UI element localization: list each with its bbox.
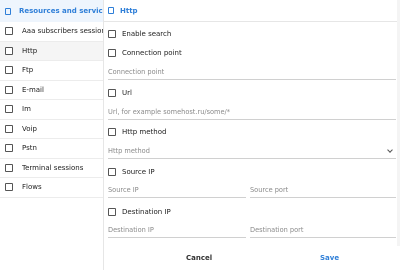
http-method-select-value: Http method [108,146,150,155]
source-ip-input[interactable]: Source IP [108,182,246,198]
connection-point-option[interactable]: Connection point [108,49,182,57]
list-item-label: Http [22,46,38,55]
destination-ip-label: Destination IP [122,208,171,216]
list-item-pstn[interactable]: Pstn [0,139,103,159]
enable-search-label: Enable search [122,30,172,38]
url-input[interactable]: Url, for example somehost.ru/some/* [108,104,396,120]
destination-ip-checkbox[interactable] [108,208,116,216]
source-ip-label: Source IP [122,168,155,176]
connection-point-input[interactable]: Connection point [108,64,396,80]
checkbox[interactable] [5,85,13,94]
url-placeholder: Url, for example somehost.ru/some/* [108,107,231,116]
http-method-option[interactable]: Http method [108,128,166,136]
resources-header: Resources and services [0,0,103,22]
source-ip-checkbox[interactable] [108,168,116,176]
destination-port-input[interactable]: Destination port [250,222,396,238]
http-title: Http [120,6,138,15]
list-item-label: Pstn [22,144,37,153]
destination-ip-input[interactable]: Destination IP [108,222,246,238]
source-ip-placeholder: Source IP [108,185,139,194]
list-item-aaa[interactable]: Aaa subscribers sessions [0,22,103,42]
destination-port-placeholder: Destination port [250,225,304,234]
list-item-voip[interactable]: Voip [0,120,103,139]
document-icon [108,7,114,14]
list-item-label: Voip [22,124,37,133]
list-item-label: Ftp [22,66,34,75]
save-button[interactable]: Save [320,254,339,262]
list-item-ftp[interactable]: Ftp [0,61,103,81]
destination-ip-placeholder: Destination IP [108,225,154,234]
checkbox[interactable] [5,124,13,133]
checkbox[interactable] [5,105,13,114]
chevron-down-icon[interactable] [387,146,393,153]
connection-point-placeholder: Connection point [108,67,165,76]
resources-panel: Resources and services Aaa subscribers s… [0,0,104,270]
enable-search-option[interactable]: Enable search [108,30,171,38]
destination-ip-option[interactable]: Destination IP [108,208,171,216]
source-port-input[interactable]: Source port [250,182,396,198]
http-settings-panel: Http Enable search Connection point Conn… [104,0,400,270]
list-item-label: Im [22,105,31,114]
url-option[interactable]: Url [108,89,132,97]
http-header: Http [104,0,400,22]
checkbox[interactable] [5,144,13,153]
checkbox[interactable] [5,183,13,192]
list-item-label: Terminal sessions [22,163,84,172]
list-item-http[interactable]: Http [0,41,103,61]
list-item-label: Flows [22,183,42,192]
list-item-im[interactable]: Im [0,100,103,120]
url-label: Url [122,89,132,97]
list-item-email[interactable]: E-mail [0,81,103,100]
resources-title: Resources and services [19,7,103,15]
http-method-label: Http method [122,128,167,136]
checkbox[interactable] [5,66,13,75]
list-item-label: E-mail [22,85,44,94]
checkbox[interactable] [5,27,13,36]
cancel-button[interactable]: Cancel [186,254,212,262]
dialog-footer: Cancel Save [104,246,400,270]
http-method-select[interactable]: Http method [108,143,396,159]
checkbox[interactable] [5,46,13,55]
enable-search-checkbox[interactable] [108,30,116,38]
document-icon [5,7,11,15]
checkbox[interactable] [5,163,13,172]
http-method-checkbox[interactable] [108,128,116,136]
list-item-terminal-sessions[interactable]: Terminal sessions [0,159,103,178]
connection-point-checkbox[interactable] [108,49,116,57]
list-item-label: Aaa subscribers sessions [22,27,103,36]
source-port-placeholder: Source port [250,185,289,194]
list-item-flows[interactable]: Flows [0,178,103,198]
source-ip-option[interactable]: Source IP [108,168,155,176]
url-checkbox[interactable] [108,89,116,97]
connection-point-label: Connection point [122,49,182,57]
